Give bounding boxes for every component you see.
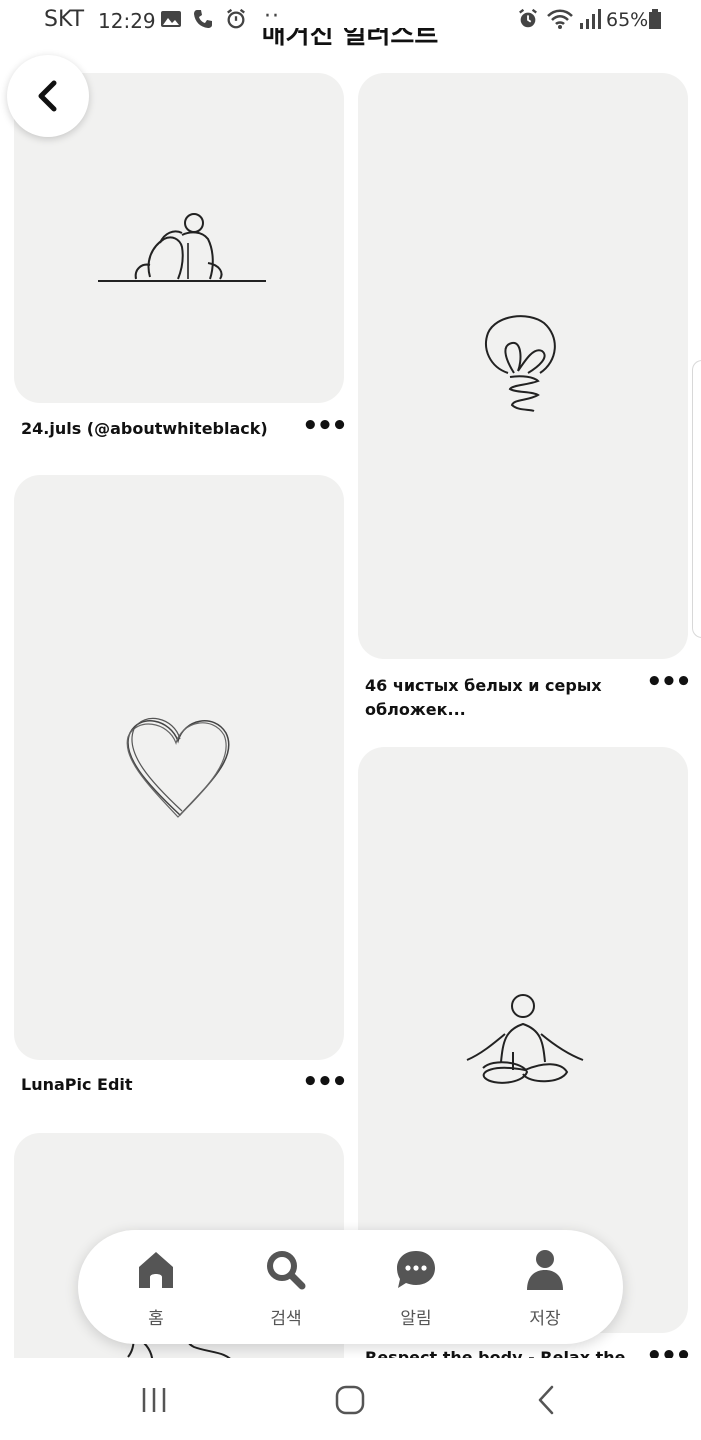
- nav-search-label: 검색: [270, 1309, 302, 1329]
- couple-sitting-line-art: [98, 213, 266, 282]
- back-system-button[interactable]: [516, 1378, 576, 1422]
- alarm-off-icon: [227, 8, 245, 29]
- clock: 12:29: [98, 9, 156, 33]
- home-icon: [139, 1252, 173, 1288]
- more-options-button[interactable]: •••: [646, 1346, 690, 1358]
- carrier-label: SKT: [44, 7, 85, 32]
- profile-icon: [527, 1250, 563, 1290]
- more-options-button[interactable]: •••: [646, 669, 692, 695]
- nav-notifications[interactable]: 알림: [371, 1246, 461, 1336]
- chat-bubble-icon: [397, 1251, 435, 1288]
- home-system-button[interactable]: [320, 1378, 380, 1422]
- nav-saved-label: 저장: [529, 1309, 561, 1329]
- nav-search[interactable]: 검색: [241, 1246, 331, 1336]
- nav-notifications-label: 알림: [400, 1309, 432, 1329]
- more-options-button[interactable]: •••: [302, 1069, 348, 1095]
- battery-icon: [649, 9, 661, 29]
- recents-icon: [142, 1388, 166, 1412]
- phone-icon: [194, 10, 212, 28]
- lightbulb-line-art: [485, 315, 556, 412]
- meditation-figure-line-art: [466, 994, 584, 1084]
- heart-line-art: [126, 717, 230, 818]
- bottom-navigation: 홈 검색 알림 저장: [78, 1230, 623, 1344]
- pin-card[interactable]: [358, 73, 688, 659]
- nav-home[interactable]: 홈: [111, 1246, 201, 1336]
- scroll-indicator[interactable]: [692, 360, 701, 638]
- more-options-button[interactable]: •••: [302, 413, 348, 439]
- pin-title[interactable]: 24.juls (@aboutwhiteblack): [21, 417, 291, 441]
- pin-title[interactable]: 46 чистых белых и серых обложек...: [365, 674, 630, 722]
- gallery-icon: [161, 11, 181, 27]
- search-icon: [267, 1251, 306, 1290]
- pin-title[interactable]: LunaPic Edit: [21, 1073, 291, 1097]
- nav-saved[interactable]: 저장: [500, 1246, 590, 1336]
- signal-icon: [580, 9, 601, 29]
- system-navigation-bar: [0, 1358, 701, 1440]
- nav-home-label: 홈: [148, 1309, 164, 1329]
- home-circle-icon: [335, 1385, 365, 1415]
- back-arrow-icon: [538, 1385, 554, 1415]
- chevron-left-icon: [38, 80, 57, 112]
- board-title: 매거진 일러스트: [261, 28, 439, 50]
- back-button[interactable]: [7, 55, 89, 137]
- battery-level: 65%: [606, 9, 649, 31]
- recents-button[interactable]: [124, 1378, 184, 1422]
- notification-dots: ··: [264, 4, 280, 29]
- alarm-icon: [519, 8, 537, 28]
- wifi-icon: [547, 9, 573, 29]
- pin-card[interactable]: [14, 475, 344, 1060]
